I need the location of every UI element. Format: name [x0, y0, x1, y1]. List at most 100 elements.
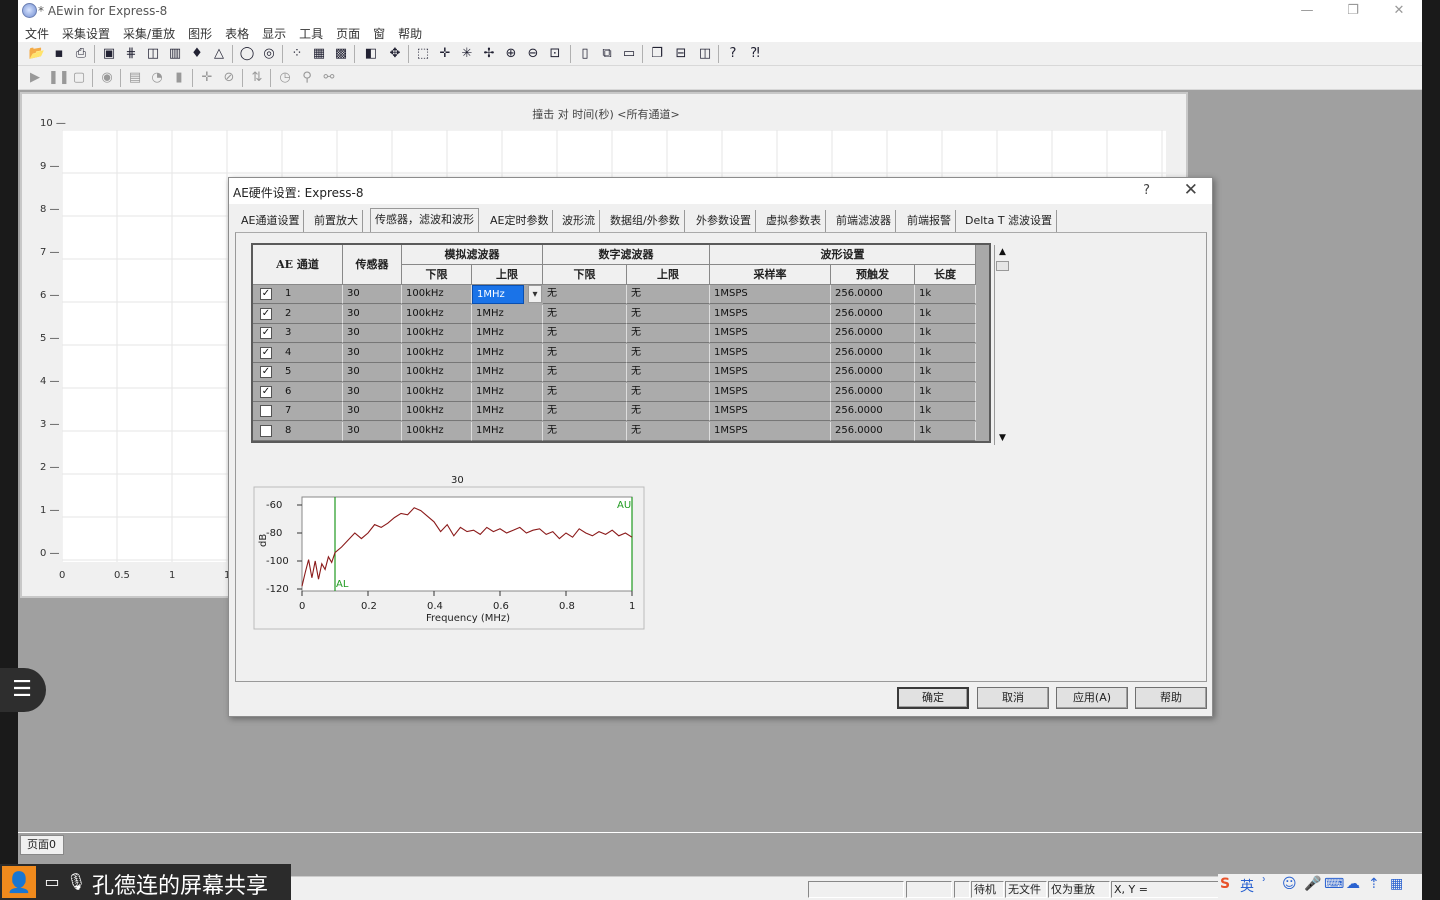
cell-pre[interactable]: 256.0000	[831, 285, 915, 304]
channel-checkbox[interactable]: ✓	[260, 327, 272, 339]
apply-button[interactable]: 应用(A)	[1056, 687, 1128, 709]
cell-rate[interactable]: 1MSPS	[710, 304, 831, 324]
scatter-icon[interactable]: ⁘	[288, 45, 306, 63]
channel-checkbox[interactable]: ✓	[260, 366, 272, 378]
tab-preamp[interactable]: 前置放大	[310, 210, 363, 232]
cell-sensor[interactable]: 30	[343, 363, 402, 382]
cell-dlow[interactable]: 无	[543, 363, 627, 382]
help-button[interactable]: 帮助	[1135, 687, 1207, 709]
stop-icon[interactable]: ▢	[70, 69, 88, 87]
table-row-channel[interactable]: ✓ 6	[253, 382, 343, 402]
tab-data-set[interactable]: 数据组/外参数	[606, 210, 685, 232]
cell-len[interactable]: 1k	[915, 324, 976, 343]
cell-pre[interactable]: 256.0000	[831, 421, 915, 441]
cell-len[interactable]: 1k	[915, 343, 976, 363]
tools-icon[interactable]: ⇡	[1368, 876, 1380, 892]
window-icon[interactable]: ▭	[620, 45, 638, 63]
cell-rate[interactable]: 1MSPS	[710, 421, 831, 441]
table-row-channel[interactable]: ✓ 2	[253, 304, 343, 324]
sensor-icon[interactable]: ◫	[144, 45, 162, 63]
tab-ae-timing[interactable]: AE定时参数	[486, 210, 554, 232]
cursor-icon[interactable]: ✛	[198, 69, 216, 87]
chart-icon[interactable]: ◧	[362, 45, 380, 63]
cell-dlow[interactable]: 无	[543, 304, 627, 324]
zoom-reset-icon[interactable]: ⊡	[546, 45, 564, 63]
chat-icon[interactable]: ▭	[42, 872, 62, 892]
cell-ahigh[interactable]: 1MHz	[472, 382, 543, 402]
bars-icon[interactable]: ▮	[170, 69, 188, 87]
adjust-icon[interactable]: ⇅	[248, 69, 266, 87]
menu-acq-replay[interactable]: 采集/重放	[116, 22, 181, 42]
hardware-icon[interactable]: ▣	[100, 45, 118, 63]
mic-icon[interactable]: 🎙	[66, 872, 86, 892]
cell-rate[interactable]: 1MSPS	[710, 363, 831, 382]
alarm-icon[interactable]: ♦	[188, 45, 206, 63]
tab-sensor-filter-wave[interactable]: 传感器，滤波和波形	[370, 208, 479, 232]
channel-checkbox[interactable]: ✓	[260, 288, 272, 300]
cell-len[interactable]: 1k	[915, 421, 976, 441]
dialog-help-icon[interactable]: ?	[1143, 183, 1150, 198]
channel-checkbox[interactable]: ✓	[260, 307, 272, 320]
cell-dlow[interactable]: 无	[543, 343, 627, 363]
tab-front-filter[interactable]: 前端滤波器	[832, 210, 896, 232]
cell-pre[interactable]: 256.0000	[831, 363, 915, 382]
cell-alow[interactable]: 100kHz	[402, 304, 472, 324]
grid-scrollbar[interactable]: ▲ ▼	[994, 245, 1010, 445]
cell-dlow[interactable]: 无	[543, 421, 627, 441]
punct-icon[interactable]: ʾ	[1262, 876, 1266, 892]
tab-waveform-stream[interactable]: 波形流	[558, 210, 600, 232]
cell-sensor[interactable]: 30	[343, 285, 402, 304]
tab-virtual-param[interactable]: 虚拟参数表	[762, 210, 826, 232]
timer-icon[interactable]: ◷	[276, 69, 294, 87]
menu-window[interactable]: 窗	[366, 22, 391, 42]
close-window-button[interactable]: ✕	[1376, 0, 1422, 22]
select-icon[interactable]: ⬚	[414, 45, 432, 63]
search-param-icon[interactable]: ⚲	[298, 69, 316, 87]
zoom-out-icon[interactable]: ⊖	[524, 45, 542, 63]
scroll-thumb[interactable]	[996, 261, 1009, 271]
menu-file[interactable]: 文件	[18, 22, 55, 42]
channel-checkbox[interactable]: ✓	[260, 385, 272, 398]
grid-icon[interactable]: ▥	[166, 45, 184, 63]
context-help-icon[interactable]: ⁈	[746, 45, 764, 63]
table-row-channel[interactable]: 7	[253, 402, 343, 421]
print-icon[interactable]: ⎙	[72, 45, 90, 63]
cell-alow[interactable]: 100kHz	[402, 363, 472, 382]
play-icon[interactable]: ▶	[26, 69, 44, 87]
scroll-down-icon[interactable]: ▼	[995, 431, 1010, 445]
move-icon[interactable]: ✥	[386, 45, 404, 63]
cell-ahigh[interactable]: 1MHz	[472, 324, 543, 343]
table-icon[interactable]: ▦	[310, 45, 328, 63]
filter-icon[interactable]: ⊘	[220, 69, 238, 87]
menu-page[interactable]: 页面	[329, 22, 366, 42]
cell-ahigh[interactable]: 1MHz	[472, 421, 543, 441]
target-icon[interactable]: ◎	[260, 45, 278, 63]
tab-ae-channel[interactable]: AE通道设置	[237, 210, 305, 232]
zoom-y-icon[interactable]: ✢	[480, 45, 498, 63]
open-icon[interactable]: 📂	[28, 45, 46, 63]
cell-dhigh[interactable]: 无	[627, 363, 710, 382]
cell-alow[interactable]: 100kHz	[402, 382, 472, 402]
cell-ahigh[interactable]: 1MHz	[472, 343, 543, 363]
voice-icon[interactable]: 🎤	[1304, 876, 1321, 892]
tab-delta-t-filter[interactable]: Delta T 滤波设置	[961, 210, 1058, 232]
cascade-icon[interactable]: ❐	[648, 45, 666, 63]
cell-rate[interactable]: 1MSPS	[710, 285, 831, 304]
menu-tools[interactable]: 工具	[292, 22, 329, 42]
page-tab[interactable]: 页面0	[20, 835, 64, 855]
cell-rate[interactable]: 1MSPS	[710, 324, 831, 343]
scroll-up-icon[interactable]: ▲	[995, 245, 1010, 259]
counter-icon[interactable]: ▤	[126, 69, 144, 87]
minimize-button[interactable]: —	[1284, 0, 1330, 22]
skin-icon[interactable]: ☁	[1346, 876, 1360, 892]
table-row-channel[interactable]: ✓ 3	[253, 324, 343, 343]
cell-dhigh[interactable]: 无	[627, 421, 710, 441]
cell-dhigh[interactable]: 无	[627, 382, 710, 402]
cell-dhigh[interactable]: 无	[627, 324, 710, 343]
channel-checkbox[interactable]	[260, 405, 272, 417]
cell-alow[interactable]: 100kHz	[402, 421, 472, 441]
cell-len[interactable]: 1k	[915, 382, 976, 402]
split-h-icon[interactable]: ⊟	[672, 45, 690, 63]
cell-alow[interactable]: 100kHz	[402, 285, 472, 304]
help-icon[interactable]: ?	[724, 45, 742, 63]
